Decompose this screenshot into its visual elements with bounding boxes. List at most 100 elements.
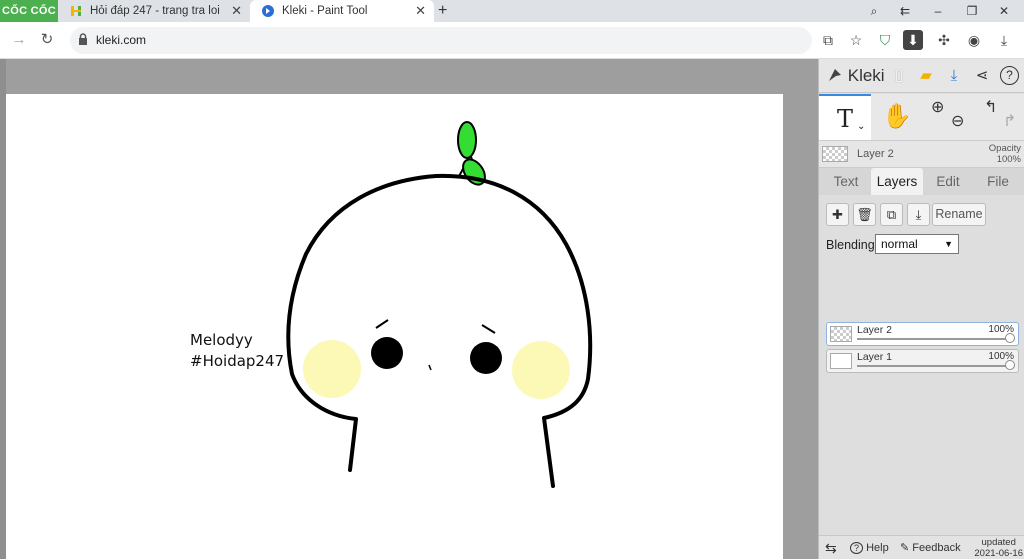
undo-icon[interactable]: ↰ — [984, 97, 997, 117]
new-image-icon[interactable]: ▯ — [889, 66, 909, 86]
left-eyebrow — [375, 319, 389, 329]
current-layer-opacity: Opacity 100% — [989, 143, 1021, 165]
layer-thumbnail — [830, 353, 852, 369]
downloads-icon[interactable]: ⤓ — [994, 30, 1014, 50]
url-field[interactable]: kleki.com — [70, 27, 812, 54]
layer-row-layer-2[interactable]: Layer 2 100% — [826, 322, 1019, 346]
panel-footer: ⇆ ? Help ✎ Feedback updated 2021-06-16 — [819, 535, 1024, 559]
shield-extension-icon[interactable]: ⛉ — [875, 30, 895, 50]
window-close-icon[interactable]: ✕ — [988, 0, 1020, 22]
layer-opacity-handle[interactable] — [1005, 360, 1015, 370]
close-tab-icon[interactable]: ✕ — [231, 0, 242, 22]
tab-file[interactable]: File — [975, 168, 1021, 195]
merge-layer-icon[interactable]: ⤓ — [907, 203, 930, 226]
kleki-side-panel: Kleki ▯ ▰ ⤓ ⋖ ? T ⌄ ✋ ⊕ ⊖ ↰ ↱ Layer 2 Opa… — [818, 59, 1024, 559]
download-extension-icon[interactable]: ⬇ — [903, 30, 923, 50]
canvas-workspace[interactable]: Melodyy #Hoidap247 — [0, 59, 818, 559]
current-layer-name: Layer 2 — [857, 148, 894, 160]
chevron-down-icon: ▼ — [944, 239, 953, 249]
minimize-icon[interactable]: – — [922, 0, 954, 22]
translate-icon[interactable]: ⧉ — [818, 30, 838, 50]
open-folder-icon[interactable]: ▰ — [916, 66, 936, 86]
zoom-in-icon[interactable]: ⊕ — [931, 97, 944, 117]
help-icon[interactable]: ? — [1000, 66, 1019, 85]
rename-button[interactable]: Rename — [932, 203, 986, 226]
swap-side-icon[interactable]: ⇆ — [825, 536, 837, 560]
tab-search-icon[interactable]: ⌕ — [858, 0, 890, 22]
right-eyebrow — [481, 324, 496, 334]
current-layer-bar: Layer 2 Opacity 100% — [819, 140, 1024, 168]
lock-icon — [79, 33, 87, 45]
hoidap-favicon-icon — [71, 6, 81, 16]
layer-opacity-slider[interactable] — [857, 365, 1010, 367]
extensions-puzzle-icon[interactable]: ✣ — [934, 30, 954, 50]
opacity-label: Opacity — [988, 143, 1021, 154]
tool-row: T ⌄ ✋ ⊕ ⊖ ↰ ↱ — [819, 94, 1024, 140]
tab-edit[interactable]: Edit — [925, 168, 971, 195]
kleki-favicon-icon — [262, 5, 274, 17]
kleki-logo[interactable]: Kleki — [827, 64, 885, 88]
drawing-artwork — [286, 121, 593, 488]
share-icon[interactable]: ⋖ — [972, 66, 992, 86]
layer-opacity-slider[interactable] — [857, 338, 1010, 340]
add-layer-icon[interactable]: ✚ — [826, 203, 849, 226]
layer-name: Layer 1 — [857, 351, 893, 363]
blending-label: Blending — [826, 238, 875, 252]
address-bar-row: → ↻ kleki.com ⧉ ☆ ⛉ ⬇ ✣ ◉ ⤓ — [0, 22, 1024, 59]
save-download-icon[interactable]: ⤓ — [944, 66, 964, 86]
updated-info: updated 2021-06-16 — [974, 537, 1023, 559]
zoom-out-icon[interactable]: ⊖ — [951, 111, 964, 131]
mouth-mark — [428, 364, 432, 371]
panel-tabs: Text Layers Edit File — [819, 168, 1024, 195]
close-tab-icon[interactable]: ✕ — [415, 0, 426, 22]
layer-thumbnail — [830, 326, 852, 342]
signature-name: Melodyy — [190, 331, 253, 349]
sprout-leaf-bottom — [462, 158, 486, 186]
left-cheek-blush — [303, 340, 361, 398]
signature-hashtag: #Hoidap247 — [190, 352, 285, 370]
help-label: Help — [866, 542, 889, 554]
feedback-icon: ✎ — [900, 542, 910, 554]
redo-icon[interactable]: ↱ — [1003, 111, 1016, 131]
opacity-value: 100% — [996, 154, 1021, 165]
layers-pane: ✚ 🗑 ⧉ ⤓ Rename Blending normal ▼ Layer 2… — [819, 195, 1024, 559]
tab-text[interactable]: Text — [823, 168, 869, 195]
new-tab-button[interactable]: + — [438, 0, 447, 21]
coccoc-brand-button[interactable]: CỐC CỐC — [0, 0, 58, 22]
kleki-header: Kleki ▯ ▰ ⤓ ⋖ ? — [819, 59, 1024, 93]
help-circle-icon: ? — [850, 542, 864, 554]
sprout-leaf-top — [457, 121, 477, 159]
drawing-canvas[interactable]: Melodyy #Hoidap247 — [6, 94, 783, 559]
hand-tool-icon[interactable]: ✋ — [871, 94, 923, 140]
delete-layer-icon[interactable]: 🗑 — [853, 203, 876, 226]
layer-row-layer-1[interactable]: Layer 1 100% — [826, 349, 1019, 373]
blending-value: normal — [881, 237, 918, 251]
profile-icon[interactable]: ◉ — [964, 30, 984, 50]
kleki-logo-text: Kleki — [847, 66, 885, 85]
forward-icon[interactable]: → — [8, 29, 30, 51]
reload-icon[interactable]: ↻ — [36, 29, 58, 51]
tab-title: Hỏi đáp 247 - trang tra loi — [90, 5, 220, 17]
tab-layers[interactable]: Layers — [871, 168, 923, 195]
restore-icon[interactable]: ❐ — [956, 0, 988, 22]
layer-name: Layer 2 — [857, 324, 893, 336]
help-link[interactable]: ? Help — [850, 536, 889, 560]
tab-kleki[interactable]: Kleki - Paint Tool ✕ — [250, 0, 434, 22]
blending-select[interactable]: normal ▼ — [875, 234, 959, 254]
left-eye — [371, 337, 403, 369]
layer-opacity-handle[interactable] — [1005, 333, 1015, 343]
character-body-outline — [286, 173, 593, 488]
text-tool-button[interactable]: T ⌄ — [819, 94, 871, 140]
url-text: kleki.com — [96, 33, 147, 47]
updated-date: 2021-06-16 — [974, 548, 1023, 559]
current-layer-thumbnail — [822, 146, 848, 162]
tab-hoidap[interactable]: Hỏi đáp 247 - trang tra loi ✕ — [58, 0, 250, 22]
right-eye — [470, 342, 502, 374]
duplicate-layer-icon[interactable]: ⧉ — [880, 203, 903, 226]
updated-label: updated — [981, 537, 1016, 548]
feedback-label: Feedback — [912, 542, 961, 554]
browser-tabbar: CỐC CỐC Hỏi đáp 247 - trang tra loi ✕ Kl… — [0, 0, 1024, 22]
feedback-link[interactable]: ✎ Feedback — [900, 536, 961, 560]
back-to-tabs-icon[interactable]: ⇇ — [889, 0, 921, 22]
bookmark-star-icon[interactable]: ☆ — [846, 30, 866, 50]
